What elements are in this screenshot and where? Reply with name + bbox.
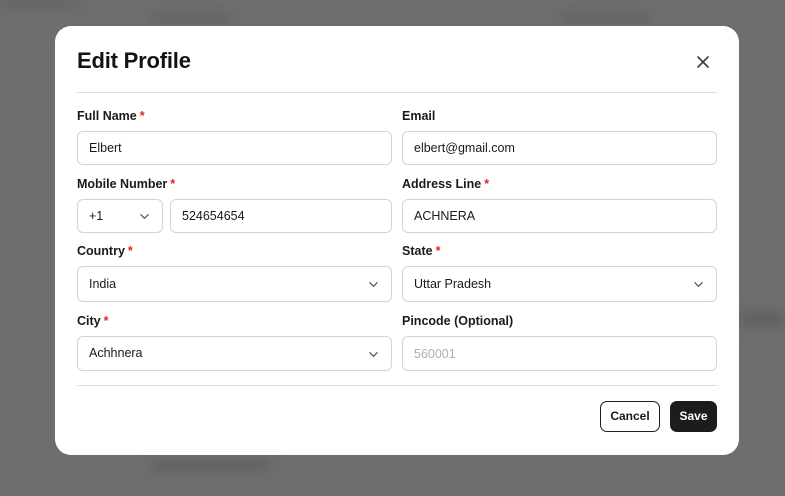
full-name-group: Full Name * xyxy=(77,108,392,165)
pincode-input[interactable] xyxy=(402,336,717,371)
email-group: Email xyxy=(402,108,717,165)
background-blur-shape xyxy=(0,0,80,6)
modal-title: Edit Profile xyxy=(77,48,191,73)
chevron-down-icon xyxy=(369,352,378,357)
chevron-down-icon xyxy=(694,282,703,287)
background-blur-shape xyxy=(150,460,270,470)
email-label: Email xyxy=(402,109,436,123)
required-asterisk: * xyxy=(103,314,109,328)
city-value: Achhnera xyxy=(89,346,143,360)
background-blur-shape xyxy=(739,312,785,326)
country-code-select[interactable]: +1 xyxy=(77,199,163,233)
close-button[interactable] xyxy=(693,52,713,72)
save-button[interactable]: Save xyxy=(670,401,717,432)
cancel-button[interactable]: Cancel xyxy=(600,401,660,432)
footer-divider xyxy=(77,385,717,386)
chevron-down-icon xyxy=(369,282,378,287)
full-name-label: Full Name * xyxy=(77,109,145,123)
country-value: India xyxy=(89,277,117,291)
city-select[interactable]: Achhnera xyxy=(77,336,392,371)
pincode-group: Pincode (Optional) xyxy=(402,313,717,371)
address-label: Address Line * xyxy=(402,177,490,191)
required-asterisk: * xyxy=(127,244,133,258)
city-group: City * Achhnera xyxy=(77,313,392,371)
mobile-label: Mobile Number * xyxy=(77,177,176,191)
background-blur-shape xyxy=(150,14,230,22)
city-label: City * xyxy=(77,314,109,328)
address-group: Address Line * xyxy=(402,176,717,233)
mobile-group: Mobile Number * +1 xyxy=(77,176,392,233)
address-line-input[interactable] xyxy=(402,199,717,233)
required-asterisk: * xyxy=(435,244,441,258)
full-name-input[interactable] xyxy=(77,131,392,165)
pincode-label: Pincode (Optional) xyxy=(402,314,514,328)
chevron-down-icon xyxy=(140,214,149,219)
required-asterisk: * xyxy=(170,177,176,191)
background-blur-shape xyxy=(560,14,650,22)
state-select[interactable]: Uttar Pradesh xyxy=(402,266,717,302)
required-asterisk: * xyxy=(484,177,490,191)
country-label: Country * xyxy=(77,244,133,258)
required-asterisk: * xyxy=(139,109,145,123)
close-icon xyxy=(697,56,709,68)
state-group: State * Uttar Pradesh xyxy=(402,243,717,302)
state-value: Uttar Pradesh xyxy=(414,277,492,291)
email-input[interactable] xyxy=(402,131,717,165)
state-label: State * xyxy=(402,244,441,258)
mobile-number-input[interactable] xyxy=(170,199,392,233)
edit-profile-modal: Edit Profile Full Name* Email Mobile Num… xyxy=(55,26,739,455)
country-select[interactable]: India xyxy=(77,266,392,302)
country-code-value: +1 xyxy=(89,209,104,223)
header-divider xyxy=(77,92,717,93)
country-group: Country * India xyxy=(77,243,392,302)
